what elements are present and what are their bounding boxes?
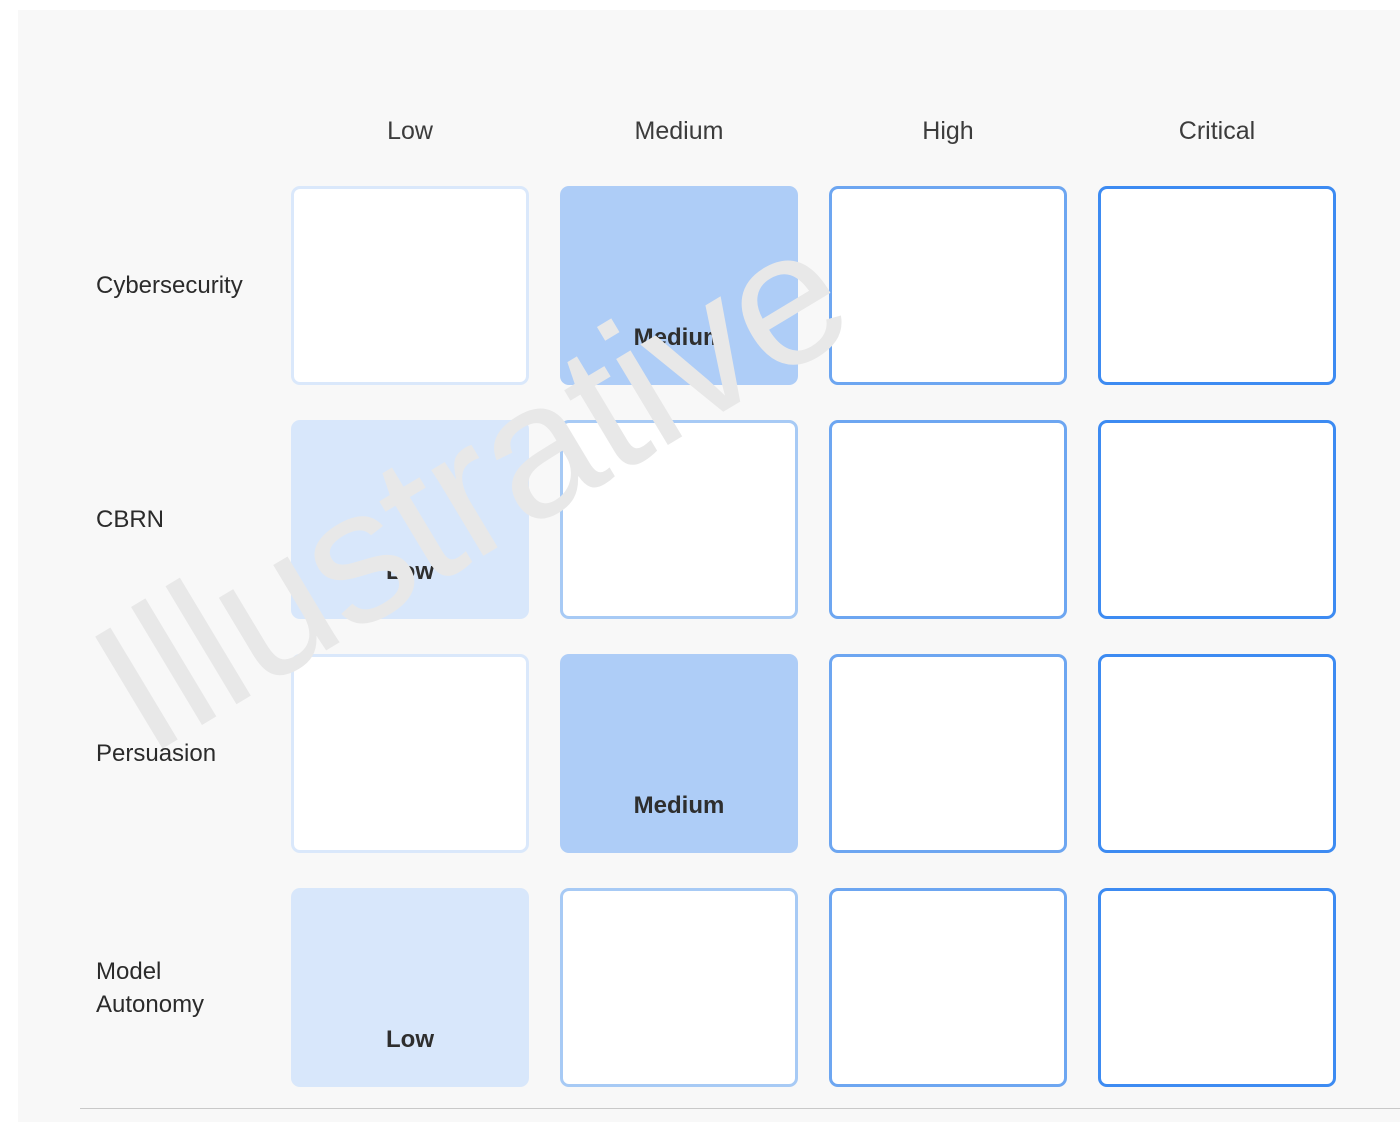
bottom-divider — [80, 1108, 1400, 1109]
cell-persuasion-medium[interactable]: Medium — [560, 654, 798, 853]
matrix-row: Low — [291, 420, 1391, 619]
cell-cbrn-high[interactable] — [829, 420, 1067, 619]
cell-cbrn-critical[interactable] — [1098, 420, 1336, 619]
cell-persuasion-high[interactable] — [829, 654, 1067, 853]
cell-label: Low — [386, 558, 434, 585]
row-label-persuasion: Persuasion — [96, 654, 292, 853]
column-header-low: Low — [387, 117, 433, 145]
matrix-row: Medium — [291, 654, 1391, 853]
matrix-row: Low — [291, 888, 1391, 1087]
cell-label: Medium — [633, 324, 725, 351]
column-header-medium: Medium — [634, 117, 724, 145]
row-label-text: CBRN — [96, 506, 165, 533]
risk-matrix-grid: Low Medium High Critical Cybersecurity C… — [18, 10, 1400, 1100]
cell-persuasion-low[interactable] — [291, 654, 529, 853]
row-label-cybersecurity: Cybersecurity — [96, 186, 292, 385]
column-header-high: High — [922, 117, 974, 145]
cell-cbrn-medium[interactable] — [560, 420, 798, 619]
cell-model-autonomy-medium[interactable] — [560, 888, 798, 1087]
cell-model-autonomy-low[interactable]: Low — [291, 888, 529, 1087]
cell-cybersecurity-medium[interactable]: Medium — [560, 186, 798, 385]
column-header-critical: Critical — [1178, 117, 1256, 145]
risk-matrix-card: Low Medium High Critical Cybersecurity C… — [18, 10, 1400, 1122]
cell-label: Medium — [633, 792, 725, 819]
cell-label: Low — [386, 1026, 434, 1053]
cell-persuasion-critical[interactable] — [1098, 654, 1336, 853]
row-label-model-autonomy: Model Autonomy — [96, 888, 292, 1087]
row-label-column: Cybersecurity CBRN Persuasion Model Auto… — [96, 186, 292, 1094]
cell-model-autonomy-critical[interactable] — [1098, 888, 1336, 1087]
matrix-row: Medium — [291, 186, 1391, 385]
row-label-text: Model Autonomy — [96, 957, 205, 1018]
column-header-row: Low Medium High Critical — [291, 108, 1346, 154]
matrix-cells-area: Medium Low Medium Low — [291, 186, 1391, 1094]
row-label-cbrn: CBRN — [96, 420, 292, 619]
cell-model-autonomy-high[interactable] — [829, 888, 1067, 1087]
row-label-text: Cybersecurity — [96, 272, 243, 299]
cell-cbrn-low[interactable]: Low — [291, 420, 529, 619]
cell-cybersecurity-critical[interactable] — [1098, 186, 1336, 385]
cell-cybersecurity-low[interactable] — [291, 186, 529, 385]
row-label-text: Persuasion — [96, 740, 217, 767]
cell-cybersecurity-high[interactable] — [829, 186, 1067, 385]
